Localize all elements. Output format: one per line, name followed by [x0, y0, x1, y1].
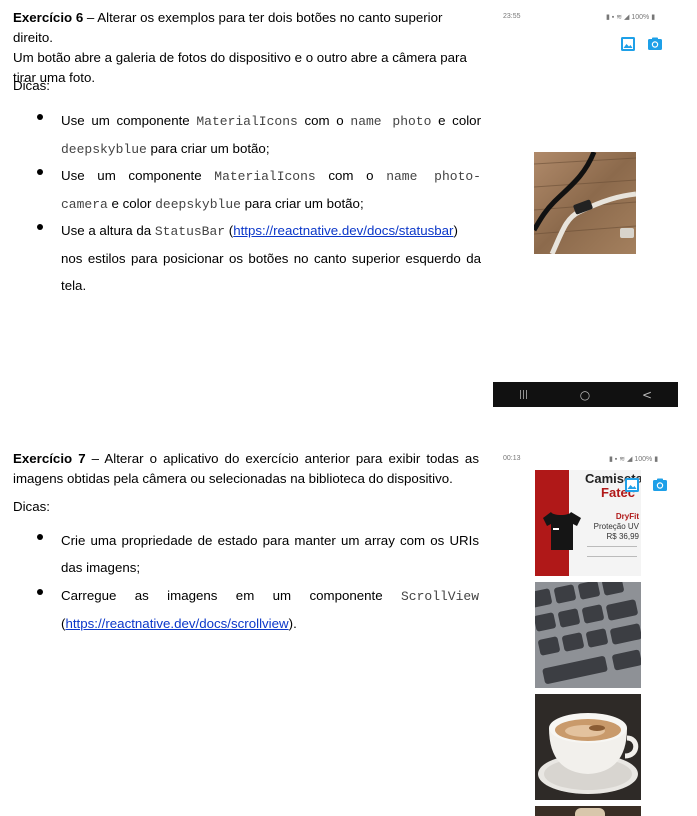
coffee-photo	[535, 694, 641, 800]
status-icons: ▮ ▪ ≋ ◢ 100% ▮	[609, 455, 658, 463]
ex7-intro: Exercício 7 – Alterar o aplicativo do ex…	[13, 449, 479, 489]
battery-icon: ▮	[649, 14, 656, 21]
photo-icon[interactable]	[625, 478, 639, 492]
photo-camera-icon[interactable]	[653, 478, 667, 492]
back-button[interactable]: <	[642, 388, 652, 402]
ad-brand: DryFit	[615, 512, 639, 521]
code: camera	[61, 197, 108, 212]
text: das imagens;	[61, 560, 141, 575]
signal-icon: ▮ ▪ ≋ ◢	[609, 456, 635, 463]
battery-level: 100%	[634, 456, 653, 463]
ex6-bullet-3: Use a altura da StatusBar (https://react…	[61, 217, 481, 299]
battery-icon: ▮	[652, 456, 659, 463]
bullet-dot	[37, 114, 43, 120]
text: e color	[107, 196, 156, 211]
photo-icon[interactable]	[621, 37, 635, 51]
ad-price: R$ 36,99	[606, 532, 639, 541]
text: Use um componente	[61, 168, 215, 183]
text: com o	[297, 113, 351, 128]
signal-icon: ▮ ▪ ≋ ◢	[606, 14, 632, 21]
code: ScrollView	[400, 589, 479, 604]
ex7-bullet-2: Carregue as imagens em um componente Scr…	[61, 588, 479, 631]
ex7-intro-l1: – Alterar o aplicativo do exercício ante…	[85, 451, 479, 466]
text: Use a altura da	[61, 223, 155, 238]
code: StatusBar	[154, 224, 226, 239]
code: MaterialIcons	[196, 114, 298, 129]
ex6-bullet-2: Use um componente MaterialIcons com o na…	[61, 162, 481, 218]
photo-camera-icon[interactable]	[648, 37, 662, 51]
keyboard-photo	[535, 582, 641, 688]
recent-apps-button[interactable]: |||	[519, 390, 528, 400]
ad-details: DryFit Proteção UV R$ 36,99	[575, 512, 639, 542]
home-button[interactable]: ○	[580, 388, 590, 402]
ex6-tips-label: Dicas:	[13, 78, 50, 93]
text: tela.	[61, 278, 87, 293]
code: deepskyblue	[155, 197, 241, 212]
code: deepskyblue	[61, 142, 147, 157]
bullet-dot	[37, 224, 43, 230]
bullet-dot	[37, 169, 43, 175]
divider	[587, 546, 637, 547]
cable-photo	[534, 152, 636, 254]
status-time: 23:55	[503, 13, 521, 20]
scrollview-docs-link[interactable]: https://reactnative.dev/docs/scrollview	[65, 616, 288, 631]
bullet-dot	[37, 534, 43, 540]
text: ).	[288, 616, 297, 631]
battery-level: 100%	[631, 14, 650, 21]
ex6-title: Exercício 6	[13, 10, 84, 25]
partial-photo	[535, 806, 641, 816]
text: Use um componente	[61, 113, 197, 128]
text: Carregue as imagens em um componente	[61, 588, 401, 603]
text: e color	[431, 113, 482, 128]
ad-feature: Proteção UV	[593, 522, 639, 531]
bullet-dot	[37, 589, 43, 595]
ex6-bullet-1: Use um componente MaterialIcons com o na…	[61, 107, 481, 163]
ex6-intro: Exercício 6 – Alterar os exemplos para t…	[13, 8, 483, 88]
partial-photo-detail	[575, 808, 605, 816]
code: MaterialIcons	[214, 169, 316, 184]
ex7-bullet-1: Crie uma propriedade de estado para mant…	[61, 527, 479, 581]
android-nav-bar: ||| ○ <	[493, 382, 678, 407]
text: para criar um botão;	[146, 141, 270, 156]
status-icons: ▮ ▪ ≋ ◢ 100% ▮	[606, 13, 655, 21]
ex6-intro-l2: Um botão abre a galeria de fotos do disp…	[13, 50, 467, 65]
ex7-intro-l2: imagens obtidas pela câmera ou seleciona…	[13, 471, 453, 486]
ex6-intro-l3: tirar uma foto.	[13, 70, 96, 85]
text: Crie uma propriedade de estado para mant…	[61, 533, 479, 548]
code: name photo-	[386, 169, 481, 184]
status-time: 00:13	[503, 455, 521, 462]
code: name photo	[350, 114, 432, 129]
divider	[587, 556, 637, 557]
ex7-tips-label: Dicas:	[13, 499, 50, 514]
ex7-title: Exercício 7	[13, 451, 86, 466]
text: com o	[315, 168, 387, 183]
text: nos estilos para posicionar os botões no…	[61, 251, 481, 266]
text: para criar um botão;	[240, 196, 364, 211]
statusbar-docs-link[interactable]: https://reactnative.dev/docs/statusbar	[233, 223, 453, 238]
